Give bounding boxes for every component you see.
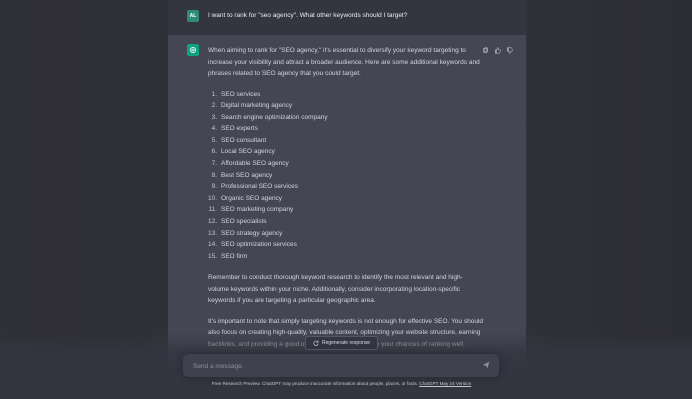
assistant-reminder: Remember to conduct thorough keyword res… [208,274,463,305]
keyword-item: 1. SEO services [208,89,483,101]
keyword-item: 13. SEO strategy agency [208,228,483,240]
keyword-number: 3. [211,113,217,121]
message-actions [481,45,515,55]
keyword-text: SEO consultant [221,136,267,144]
composer [183,354,499,377]
keyword-number: 14. [208,241,218,249]
keyword-item: 5. SEO consultant [208,135,483,147]
keyword-number: 1. [211,90,217,98]
keyword-text: SEO services [221,90,261,98]
keyword-number: 2. [211,102,217,110]
keyword-item: 8. Best SEO agency [208,170,483,182]
openai-logo-icon [190,47,196,53]
thumbs-up-icon[interactable] [493,46,501,54]
keyword-item: 7. Affordable SEO agency [208,158,483,170]
footer-text: Free Research Preview. ChatGPT may produ… [211,381,420,386]
user-avatar: AL [187,10,199,22]
keyword-item: 10. Organic SEO agency [208,193,483,205]
keyword-item: 2. Digital marketing agency [208,100,483,112]
keyword-text: Search engine optimization company [221,113,328,121]
assistant-intro: When aiming to rank for "SEO agency," it… [208,47,480,77]
keyword-text: Affordable SEO agency [221,160,289,168]
assistant-avatar [187,44,199,56]
version-link[interactable]: ChatGPT May 24 Version [419,381,471,386]
keyword-number: 4. [211,125,217,133]
keyword-number: 11. [208,206,217,214]
keyword-number: 13. [208,229,218,237]
keyword-number: 9. [211,183,217,191]
keyword-text: Best SEO agency [221,171,273,179]
keyword-text: SEO firm [221,252,248,260]
keyword-item: 12. SEO specialists [208,216,483,228]
send-button[interactable] [481,360,491,370]
refresh-icon [313,340,319,346]
keyword-text: SEO strategy agency [221,229,283,237]
send-icon [482,361,490,369]
regenerate-label: Regenerate response [321,340,371,346]
keyword-text: Professional SEO services [221,183,298,191]
keyword-item: 4. SEO experts [208,123,483,135]
keyword-item: 14. SEO optimization services [208,239,483,251]
regenerate-button[interactable]: Regenerate response [305,336,378,350]
keyword-text: SEO optimization services [221,241,297,249]
keyword-number: 7. [211,160,217,168]
footer-disclaimer: Free Research Preview. ChatGPT may produ… [204,381,479,387]
keyword-number: 12. [208,218,218,226]
keyword-number: 8. [211,171,217,179]
keyword-number: 15. [208,252,218,260]
chat-window: AL I want to rank for "seo agency". What… [0,0,692,399]
keyword-item: 9. Professional SEO services [208,181,483,193]
keyword-text: SEO specialists [221,218,267,226]
keyword-item: 15. SEO firm [208,251,483,263]
keyword-number: 6. [211,148,217,156]
keyword-number: 10. [208,194,218,202]
keyword-number: 5. [211,136,217,144]
thumbs-down-icon[interactable] [505,46,513,54]
keyword-text: SEO marketing company [221,206,294,214]
keyword-text: Local SEO agency [221,148,275,156]
keyword-text: Digital marketing agency [221,102,293,110]
keyword-item: 6. Local SEO agency [208,146,483,158]
keyword-item: 11. SEO marketing company [208,204,483,216]
message-input[interactable] [191,359,465,374]
keyword-list: 1. SEO services 2. Digital marketing agenc… [208,89,483,263]
user-message: I want to rank for "seo agency". What ot… [208,12,408,19]
keyword-item: 3. Search engine optimization company [208,112,483,124]
keyword-text: Organic SEO agency [221,194,283,202]
keyword-text: SEO experts [221,125,258,133]
assistant-message: When aiming to rank for "SEO agency," it… [208,45,483,359]
